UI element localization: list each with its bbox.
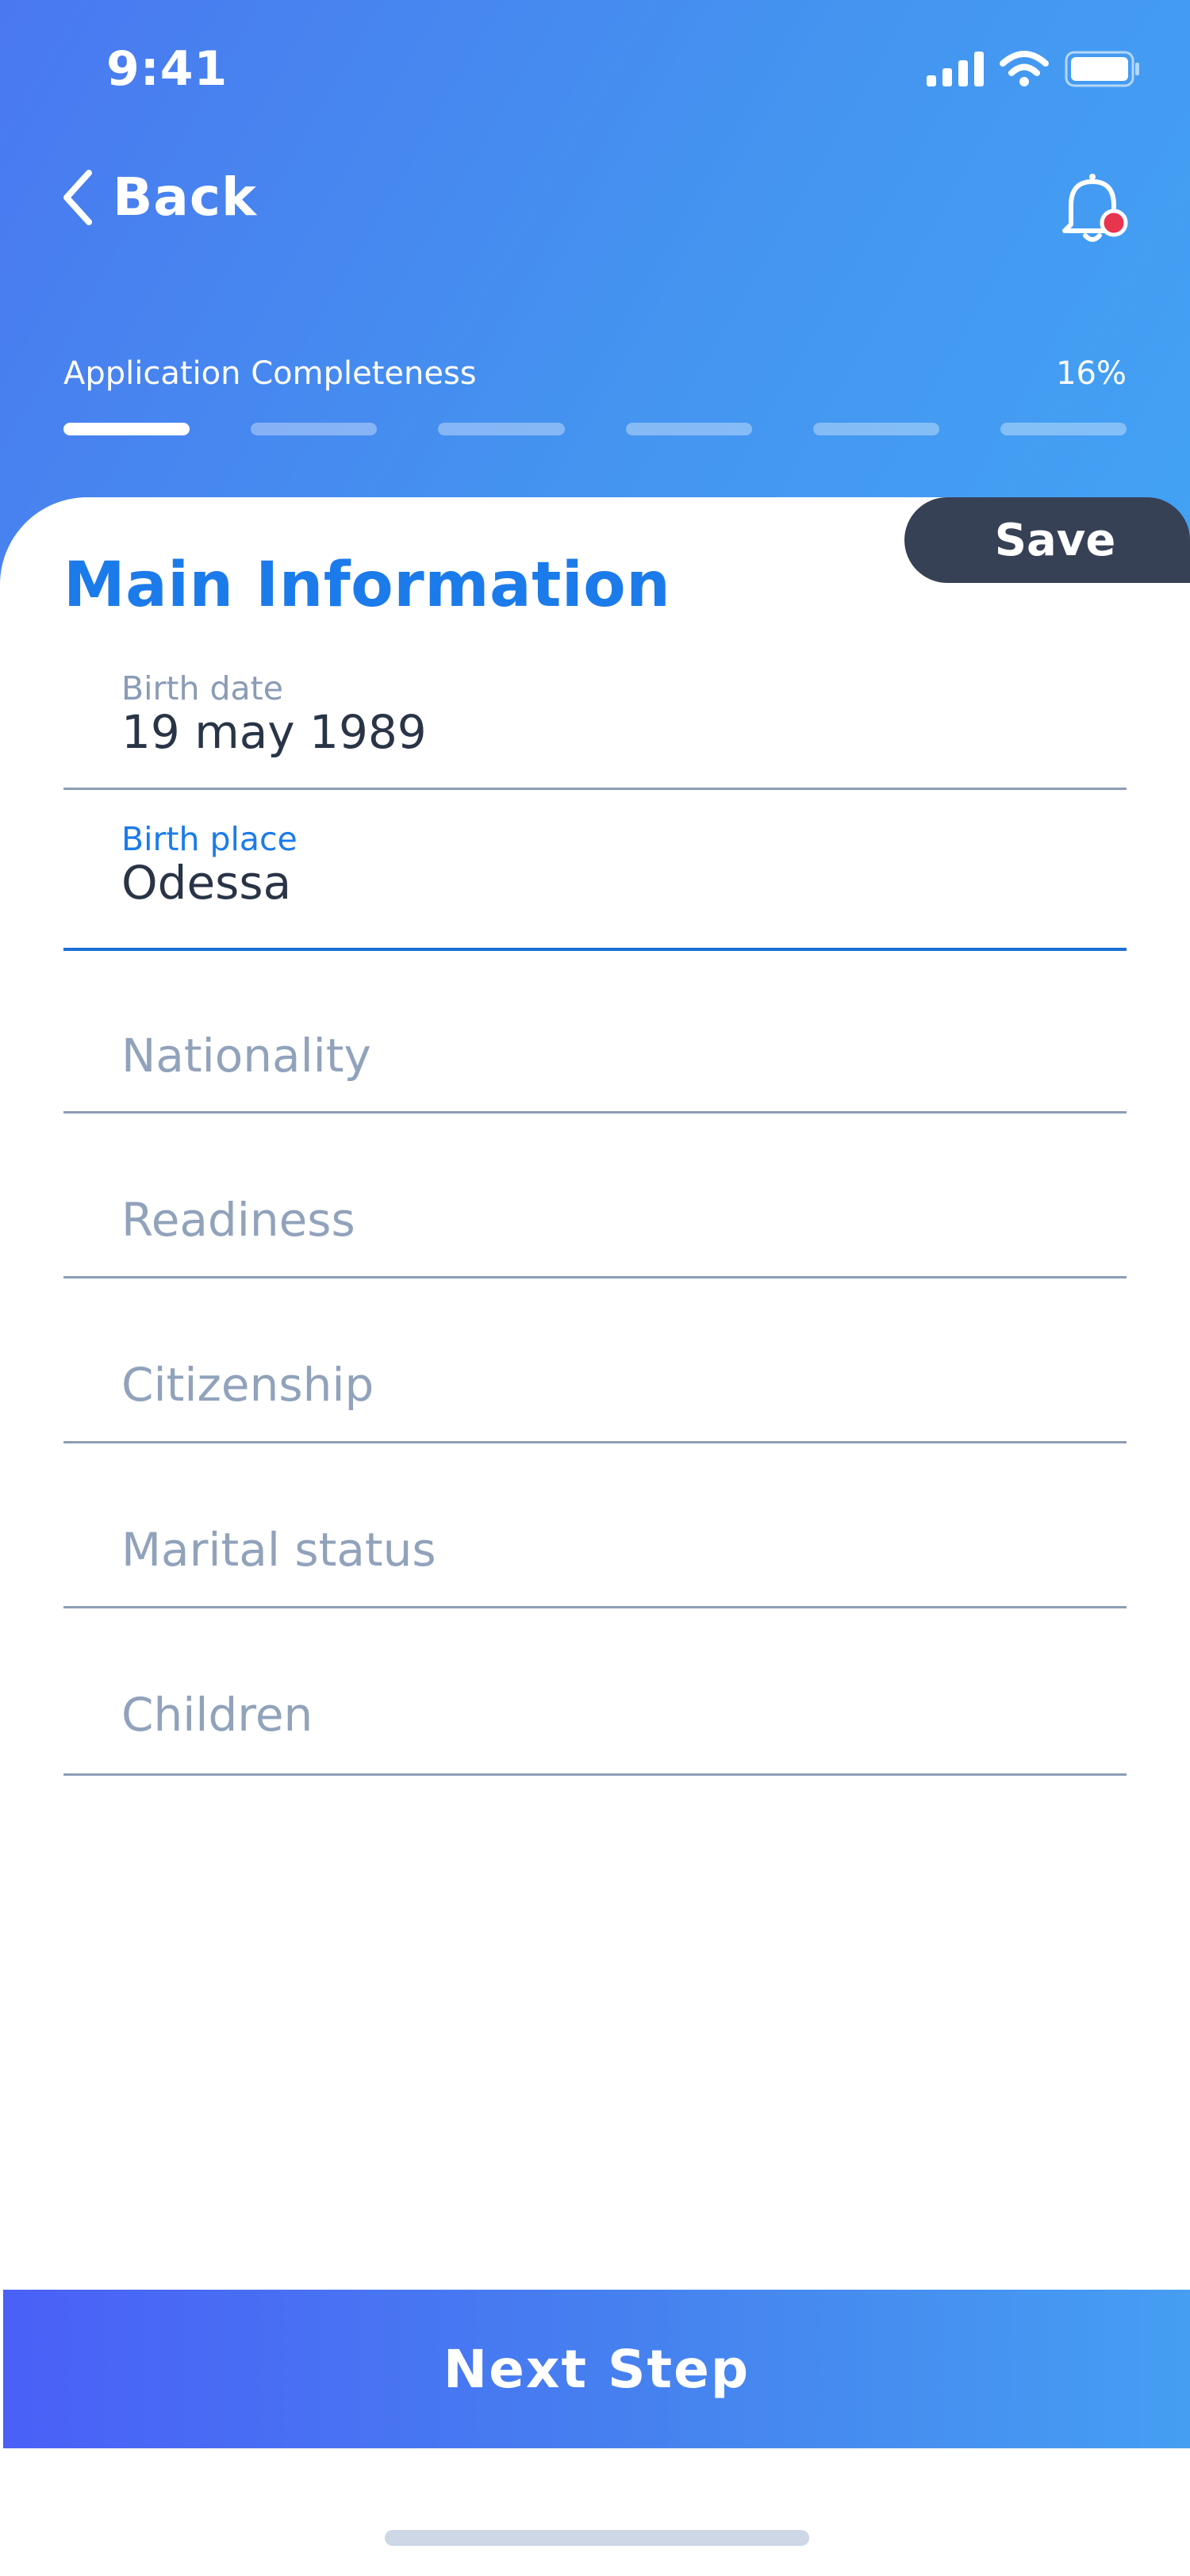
chevron-left-icon — [63, 169, 92, 225]
home-indicator[interactable] — [385, 2530, 809, 2546]
section-title: Main Information — [63, 550, 671, 621]
progress-bar — [63, 423, 1127, 435]
marital-status-placeholder: Marital status — [121, 1523, 436, 1577]
wifi-icon — [1000, 51, 1049, 86]
nationality-field[interactable]: Nationality — [63, 949, 1127, 1114]
nationality-placeholder: Nationality — [121, 1029, 371, 1083]
birth-date-label: Birth date — [121, 669, 283, 707]
progress-segment — [812, 423, 939, 435]
citizenship-field[interactable]: Citizenship — [63, 1278, 1127, 1443]
status-icons — [927, 51, 1141, 87]
progress-segment — [438, 423, 565, 435]
birth-date-value: 19 may 1989 — [121, 705, 427, 759]
birth-place-value: Odessa — [121, 856, 292, 910]
birth-date-field[interactable]: Birth date 19 may 1989 — [63, 645, 1127, 790]
progress-segment — [1000, 423, 1127, 435]
citizenship-placeholder: Citizenship — [121, 1358, 374, 1412]
progress-segment — [625, 423, 752, 435]
progress-segment — [63, 423, 190, 435]
back-button[interactable]: Back — [62, 167, 257, 228]
marital-status-field[interactable]: Marital status — [63, 1443, 1127, 1608]
birth-place-field[interactable]: Birth place Odessa — [63, 788, 1127, 951]
children-placeholder: Children — [121, 1688, 313, 1742]
readiness-field[interactable]: Readiness — [63, 1114, 1127, 1278]
next-step-button[interactable]: Next Step — [3, 2290, 1190, 2448]
birth-place-label: Birth place — [121, 820, 298, 858]
status-time: 9:41 — [106, 41, 228, 97]
signal-icon — [927, 52, 984, 86]
battery-icon — [1065, 51, 1139, 87]
back-label: Back — [113, 167, 257, 228]
bell-icon — [1062, 174, 1128, 242]
save-button[interactable]: Save — [904, 497, 1190, 583]
children-field[interactable]: Children — [63, 1608, 1127, 1776]
form-card: Save Main Information Birth date 19 may … — [0, 497, 1190, 2576]
progress-label: Application Completeness — [63, 355, 477, 392]
progress-segment — [251, 423, 378, 435]
readiness-placeholder: Readiness — [121, 1193, 355, 1247]
progress-percent: 16% — [1056, 355, 1127, 392]
notifications-button[interactable] — [1057, 171, 1133, 247]
